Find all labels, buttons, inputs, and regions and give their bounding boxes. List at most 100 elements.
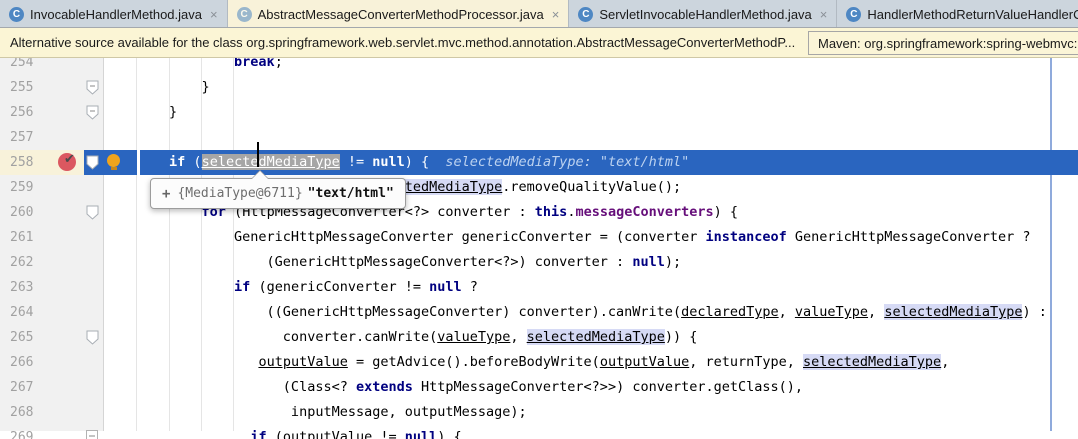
fold-gutter[interactable] [84, 100, 104, 125]
tab-label: ServletInvocableHandlerMethod.java [599, 7, 811, 22]
line-number[interactable]: 268 [0, 400, 50, 425]
code-line-text[interactable]: } [104, 75, 1078, 100]
expand-node-icon[interactable]: + [162, 186, 170, 202]
code-line-text[interactable]: GenericHttpMessageConverter genericConve… [104, 225, 1078, 250]
fold-marker-icon[interactable] [86, 430, 98, 439]
breakpoint-gutter[interactable] [50, 275, 84, 300]
code-token: ( [267, 429, 283, 439]
fold-gutter[interactable] [84, 400, 104, 425]
breakpoint-gutter[interactable] [50, 425, 84, 439]
maven-source-selector[interactable]: Maven: org.springframework:spring-webmvc… [808, 31, 1078, 55]
breakpoint-gutter[interactable] [50, 350, 84, 375]
breakpoint-gutter[interactable] [50, 375, 84, 400]
code-token: messageConverters [575, 204, 713, 220]
text-caret [257, 142, 259, 167]
code-token: converter.canWrite( [104, 329, 437, 345]
line-number[interactable]: 255 [0, 75, 50, 100]
line-number[interactable]: 258 [0, 150, 50, 175]
fold-marker-icon[interactable] [86, 330, 100, 346]
object-value: "text/html" [308, 186, 394, 201]
line-number[interactable]: 267 [0, 375, 50, 400]
code-token: null [372, 154, 405, 170]
fold-gutter[interactable] [84, 275, 104, 300]
code-token: if [169, 154, 185, 170]
breakpoint-gutter[interactable] [50, 150, 84, 175]
fold-gutter[interactable] [84, 175, 104, 200]
code-token: ((GenericHttpMessageConverter) converter… [104, 304, 681, 320]
fold-gutter[interactable] [84, 250, 104, 275]
line-number[interactable]: 263 [0, 275, 50, 300]
code-line-text[interactable]: (Class<? extends HttpMessageConverter<?>… [104, 375, 1078, 400]
fold-gutter[interactable] [84, 150, 104, 175]
line-number[interactable]: 257 [0, 125, 50, 150]
fold-marker-icon[interactable] [86, 155, 100, 171]
breakpoint-gutter[interactable] [50, 300, 84, 325]
code-area[interactable]: 254 break;255 }256 }257258 if (selectedM… [0, 50, 1078, 439]
line-number[interactable]: 260 [0, 200, 50, 225]
code-line-text[interactable]: outputValue = getAdvice().beforeBodyWrit… [104, 350, 1078, 375]
fold-gutter[interactable] [84, 300, 104, 325]
fold-gutter[interactable] [84, 75, 104, 100]
fold-gutter[interactable] [84, 125, 104, 150]
breakpoint-gutter[interactable] [50, 225, 84, 250]
code-line-265: 265 converter.canWrite(valueType, select… [0, 325, 1078, 350]
breakpoint-gutter[interactable] [50, 100, 84, 125]
breakpoint-gutter[interactable] [50, 75, 84, 100]
line-number[interactable]: 265 [0, 325, 50, 350]
tab-abstract-message-converter-method-processor[interactable]: CAbstractMessageConverterMethodProcessor… [228, 0, 570, 28]
intention-bulb-icon[interactable] [107, 154, 120, 167]
code-token: ) : [1022, 304, 1046, 320]
code-line-text[interactable]: if (genericConverter != null ? [104, 275, 1078, 300]
code-line-text[interactable]: (GenericHttpMessageConverter<?>) convert… [104, 250, 1078, 275]
close-tab-icon[interactable]: × [820, 8, 828, 21]
code-editor[interactable]: 254 break;255 }256 }257258 if (selectedM… [0, 50, 1078, 431]
code-line-text[interactable]: converter.canWrite(valueType, selectedMe… [104, 325, 1078, 350]
line-number[interactable]: 262 [0, 250, 50, 275]
class-icon: C [237, 7, 252, 22]
tab-invocable-handler-method[interactable]: CInvocableHandlerMethod.java× [0, 0, 228, 28]
fold-marker-icon[interactable] [86, 205, 100, 221]
notification-banner: Alternative source available for the cla… [0, 28, 1078, 58]
line-number[interactable]: 264 [0, 300, 50, 325]
breakpoint-gutter[interactable] [50, 250, 84, 275]
close-tab-icon[interactable]: × [210, 8, 218, 21]
breakpoint-gutter[interactable] [50, 325, 84, 350]
fold-marker-icon[interactable] [86, 105, 100, 121]
code-line-262: 262 (GenericHttpMessageConverter<?>) con… [0, 250, 1078, 275]
object-reference: {MediaType@6711} [177, 186, 302, 201]
breakpoint-gutter[interactable] [50, 400, 84, 425]
line-number[interactable]: 269 [0, 425, 50, 439]
fold-gutter[interactable] [84, 225, 104, 250]
breakpoint-verified-icon[interactable] [58, 153, 76, 171]
code-token: instanceof [705, 229, 786, 245]
code-line-256: 256 } [0, 100, 1078, 125]
code-line-text[interactable]: } [104, 100, 1078, 125]
breakpoint-gutter[interactable] [50, 175, 84, 200]
code-token: if [250, 429, 266, 439]
code-token: GenericHttpMessageConverter ? [787, 229, 1031, 245]
code-token: ) { [437, 429, 461, 439]
code-token: ( [185, 154, 201, 170]
code-token: inputMessage, outputMessage); [104, 404, 527, 420]
breakpoint-gutter[interactable] [50, 200, 84, 225]
fold-gutter[interactable] [84, 425, 104, 439]
line-number[interactable]: 261 [0, 225, 50, 250]
code-line-text[interactable]: inputMessage, outputMessage); [104, 400, 1078, 425]
fold-gutter[interactable] [84, 375, 104, 400]
line-number[interactable]: 259 [0, 175, 50, 200]
code-line-text[interactable] [104, 125, 1078, 150]
gutter-separator [137, 150, 140, 175]
tab-servlet-invocable-handler-method[interactable]: CServletInvocableHandlerMethod.java× [569, 0, 837, 28]
fold-gutter[interactable] [84, 200, 104, 225]
class-icon: C [9, 7, 24, 22]
tooltip-arrow [252, 171, 268, 179]
fold-gutter[interactable] [84, 350, 104, 375]
fold-marker-icon[interactable] [86, 80, 100, 96]
code-line-text[interactable]: if (outputValue != null) { [104, 425, 1078, 439]
tab-handler-method-return-value-handler-composite[interactable]: CHandlerMethodReturnValueHandlerCom [837, 0, 1078, 28]
line-number[interactable]: 266 [0, 350, 50, 375]
line-number[interactable]: 256 [0, 100, 50, 125]
fold-gutter[interactable] [84, 325, 104, 350]
code-line-text[interactable]: ((GenericHttpMessageConverter) converter… [104, 300, 1078, 325]
close-tab-icon[interactable]: × [552, 8, 560, 21]
